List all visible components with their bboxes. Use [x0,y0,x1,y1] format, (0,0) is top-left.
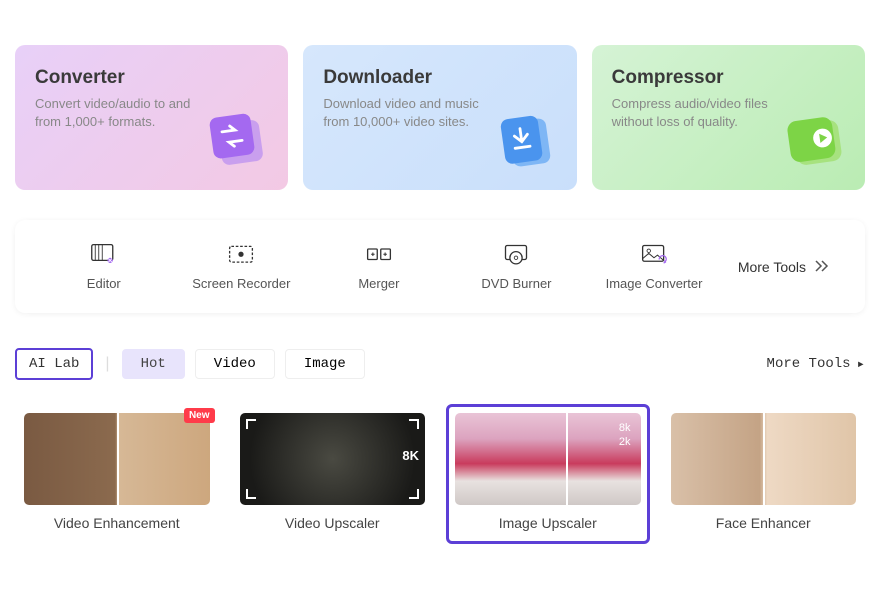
tab-ai-lab[interactable]: AI Lab [15,348,93,380]
tool-screen-recorder[interactable]: Screen Recorder [173,242,311,291]
hero-title: Compressor [612,67,845,89]
feature-thumb [671,413,857,505]
hero-desc: Compress audio/video files without loss … [612,95,792,131]
hero-converter[interactable]: Converter Convert video/audio to and fro… [15,45,288,190]
more-tools-label: More Tools [767,356,851,372]
tool-label: Screen Recorder [192,276,290,291]
dvd-icon [502,242,530,266]
feature-video-enhancement[interactable]: New Video Enhancement [15,404,219,544]
more-tools-secondary[interactable]: More Tools ▸ [767,356,865,373]
chevron-right-icon: ▸ [857,356,865,373]
feature-label: Video Upscaler [285,515,380,535]
feature-image-upscaler[interactable]: 8k 2k Image Upscaler [446,404,650,544]
tab-video[interactable]: Video [195,349,275,379]
tools-bar: Editor Screen Recorder Merger DVD Burner… [15,220,865,313]
chevron-double-right-icon [814,259,830,275]
tab-image[interactable]: Image [285,349,365,379]
tool-dvd-burner[interactable]: DVD Burner [448,242,586,291]
tool-label: Merger [358,276,399,291]
hero-title: Converter [35,67,268,89]
editor-icon [90,242,118,266]
tool-editor[interactable]: Editor [35,242,173,291]
hero-row: Converter Convert video/audio to and fro… [15,45,865,190]
merger-icon [365,242,393,266]
hero-desc: Convert video/audio to and from 1,000+ f… [35,95,215,131]
hero-title: Downloader [323,67,556,89]
thumb-8k-label: 8k [619,421,631,435]
feature-label: Video Enhancement [54,515,180,535]
thumb-8k-label: 8K [402,448,419,463]
screen-recorder-icon [227,242,255,266]
feature-row: New Video Enhancement 8K Video Upscaler … [15,404,865,544]
feature-thumb: 8K [240,413,426,505]
hero-downloader[interactable]: Downloader Download video and music from… [303,45,576,190]
hero-compressor[interactable]: Compressor Compress audio/video files wi… [592,45,865,190]
tabs-row: AI Lab | Hot Video Image More Tools ▸ [15,348,865,380]
feature-thumb [24,413,210,505]
tabs-divider: | [105,355,109,373]
feature-thumb: 8k 2k [455,413,641,505]
feature-label: Face Enhancer [716,515,811,535]
hero-desc: Download video and music from 10,000+ vi… [323,95,503,131]
tab-hot[interactable]: Hot [122,349,185,379]
compress-icon [780,105,855,180]
more-tools-label: More Tools [738,259,806,275]
thumb-2k-label: 2k [619,435,631,449]
download-icon [492,105,567,180]
more-tools-button[interactable]: More Tools [723,259,845,275]
tool-image-converter[interactable]: Image Converter [585,242,723,291]
tool-merger[interactable]: Merger [310,242,448,291]
tool-label: DVD Burner [481,276,551,291]
tool-label: Editor [87,276,121,291]
convert-icon [203,105,278,180]
feature-label: Image Upscaler [499,515,597,535]
new-badge: New [184,408,215,423]
feature-video-upscaler[interactable]: 8K Video Upscaler [231,404,435,544]
feature-face-enhancer[interactable]: Face Enhancer [662,404,866,544]
tool-label: Image Converter [606,276,703,291]
image-converter-icon [640,242,668,266]
